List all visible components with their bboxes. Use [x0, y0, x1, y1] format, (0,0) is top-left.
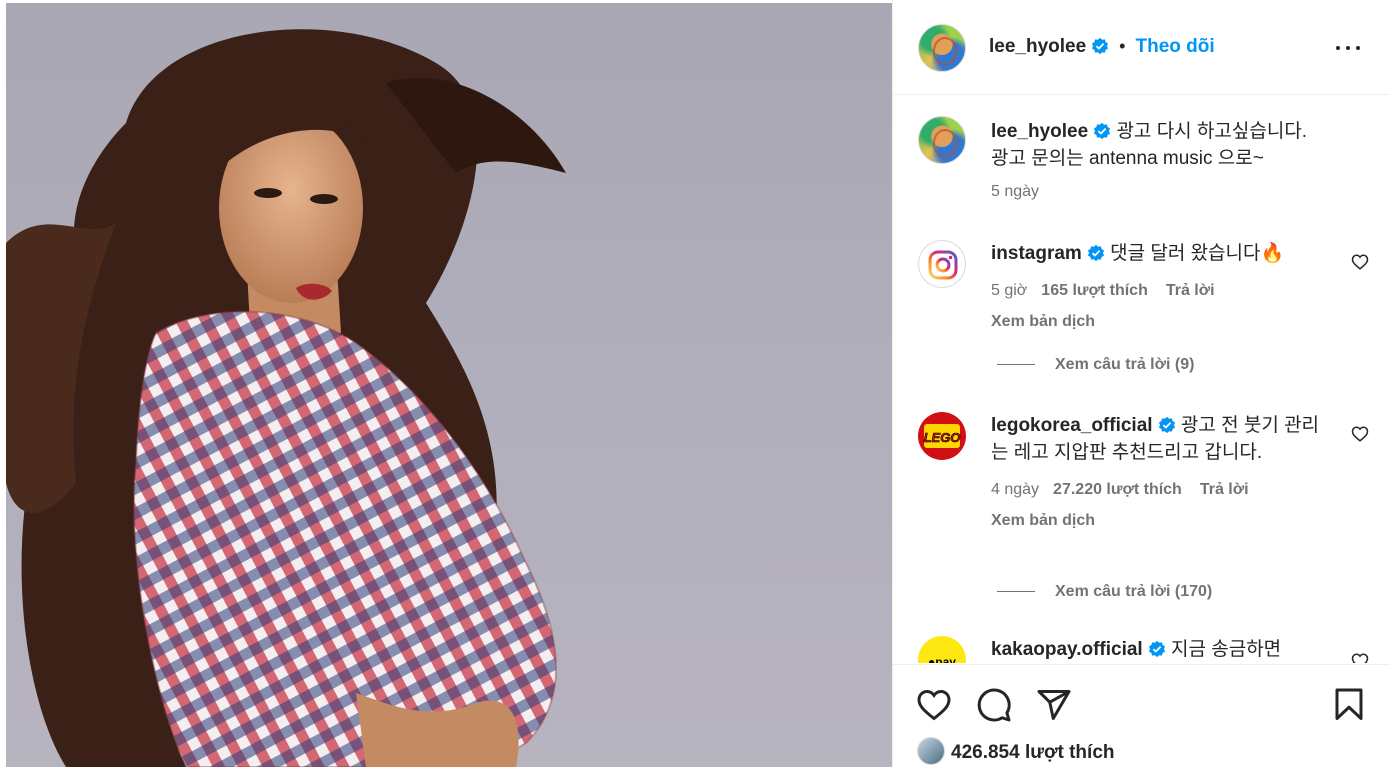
translate-button[interactable]: Xem bản dịch [991, 507, 1331, 534]
verified-badge-icon [1094, 122, 1111, 140]
comment-time: 5 giờ [991, 282, 1028, 299]
comment-username[interactable]: instagram [991, 243, 1082, 264]
view-replies-button[interactable]: Xem câu trả lời (9) [997, 356, 1194, 374]
separator-dot: • [1119, 36, 1126, 56]
caption-text-line1: 광고 다시 하고싶습니다. [1116, 121, 1308, 142]
comment-text: 지금 송금하면 [1171, 639, 1282, 660]
post-sidebar: lee_hyolee • Theo dõi lee_hyolee 광고 다시 하고싶… [892, 0, 1390, 767]
instagram-logo-icon [928, 250, 958, 280]
verified-badge-icon [1158, 416, 1175, 434]
comments-list[interactable]: lee_hyolee 광고 다시 하고싶습니다. 광고 문의는 antenna … [893, 96, 1390, 663]
liker-avatar [917, 737, 945, 765]
instagram-avatar[interactable] [918, 240, 966, 288]
svg-text:●pay: ●pay [928, 655, 956, 663]
comment-time: 4 ngày [991, 481, 1040, 498]
action-bar: 426.854 lượt thích [893, 664, 1390, 767]
comment-username[interactable]: kakaopay.official [991, 639, 1143, 660]
kakaopay-logo-icon: ●pay [928, 655, 956, 663]
paper-plane-icon[interactable] [1036, 687, 1072, 723]
more-horizontal-icon[interactable] [1335, 38, 1361, 58]
caption-avatar[interactable] [918, 116, 966, 164]
verified-badge-icon [1087, 244, 1104, 262]
caption-text-line2: 광고 문의는 antenna music 으로~ [991, 148, 1264, 169]
likes-count: 426.854 lượt thích [951, 742, 1115, 763]
post-header: lee_hyolee • Theo dõi [893, 0, 1390, 95]
author-username[interactable]: lee_hyolee [989, 36, 1086, 57]
author-avatar[interactable] [918, 24, 966, 72]
caption-username[interactable]: lee_hyolee [991, 121, 1088, 142]
portrait-illustration [6, 29, 566, 767]
follow-button[interactable]: Theo dõi [1135, 36, 1214, 57]
likes-summary[interactable]: 426.854 lượt thích [917, 737, 1115, 765]
heart-icon[interactable] [1351, 253, 1369, 271]
heart-icon[interactable] [1351, 425, 1369, 443]
view-replies-button[interactable]: Xem câu trả lời (170) [997, 583, 1212, 601]
comment-bubble-icon[interactable] [976, 687, 1012, 723]
verified-badge-icon [1092, 37, 1109, 55]
translate-button[interactable]: Xem bản dịch [991, 308, 1331, 335]
reply-button[interactable]: Trả lời [1166, 282, 1215, 299]
lego-avatar[interactable]: LEGO [918, 412, 966, 460]
bookmark-icon[interactable] [1331, 687, 1367, 723]
heart-icon[interactable] [916, 687, 952, 723]
post-photo[interactable] [6, 3, 892, 767]
author-line: lee_hyolee • Theo dõi [989, 36, 1215, 58]
comment-text: 댓글 달러 왔습니다🔥 [1110, 243, 1285, 264]
kakaopay-avatar[interactable]: ●pay [918, 636, 966, 663]
lego-logo-icon: LEGO [923, 424, 961, 448]
comment-username[interactable]: legokorea_official [991, 415, 1153, 436]
svg-text:LEGO: LEGO [924, 430, 961, 445]
heart-icon[interactable] [1351, 652, 1369, 663]
reply-button[interactable]: Trả lời [1200, 481, 1249, 498]
caption-time: 5 ngày [991, 183, 1040, 200]
comment-likes[interactable]: 165 lượt thích [1041, 282, 1148, 299]
comment-likes[interactable]: 27.220 lượt thích [1053, 481, 1182, 498]
verified-badge-icon [1148, 640, 1165, 658]
